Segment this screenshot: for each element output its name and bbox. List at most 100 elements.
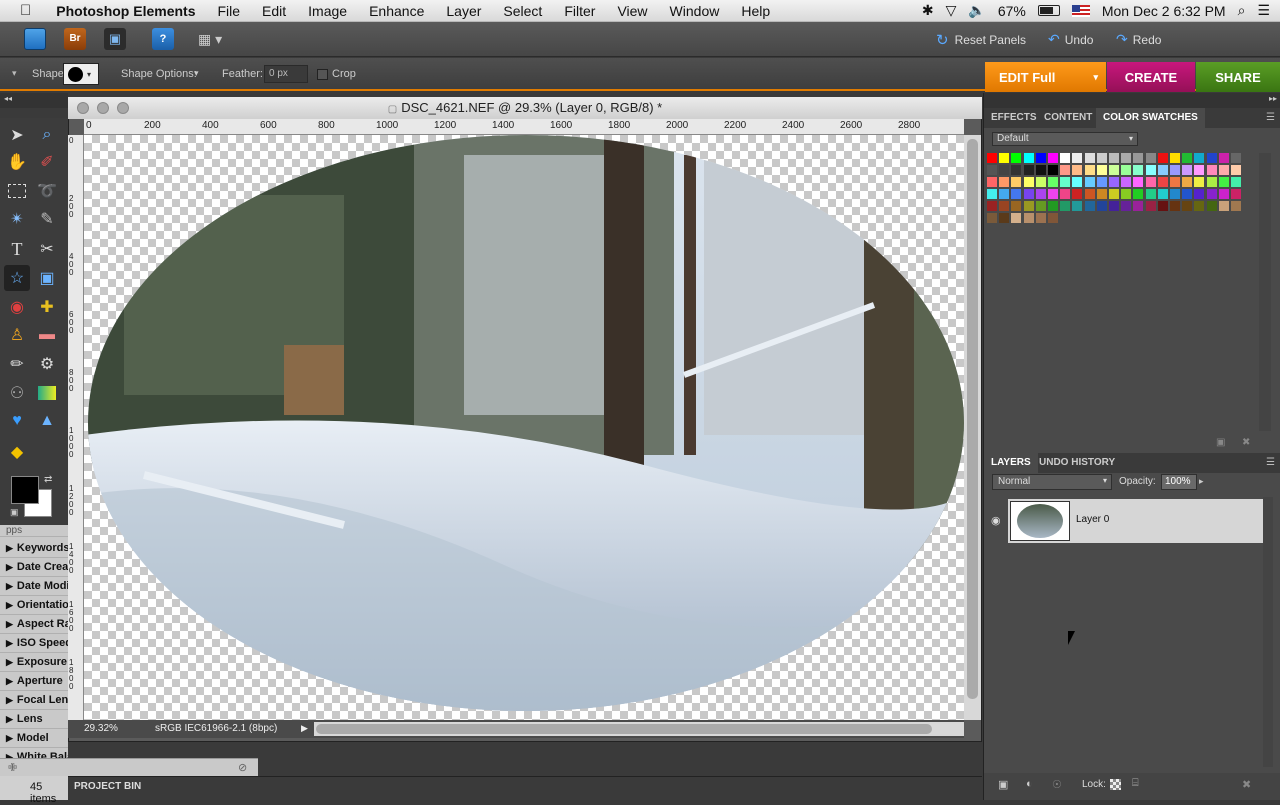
magic-wand-tool-icon[interactable]: ✴ bbox=[4, 206, 30, 232]
color-swatch[interactable] bbox=[1072, 153, 1083, 163]
marquee-tool-icon[interactable] bbox=[4, 178, 30, 204]
color-swatch[interactable] bbox=[987, 165, 997, 175]
swatch-scrollbar[interactable] bbox=[1259, 153, 1271, 431]
color-swatch[interactable] bbox=[1231, 201, 1241, 211]
app-menu[interactable]: Photoshop Elements bbox=[45, 3, 206, 19]
color-swatch[interactable] bbox=[1023, 165, 1034, 175]
color-swatch[interactable] bbox=[1109, 189, 1119, 199]
layers-scrollbar[interactable] bbox=[1263, 497, 1273, 767]
list-item[interactable]: ▶ Keywords bbox=[0, 539, 68, 558]
color-swatch[interactable] bbox=[1023, 189, 1034, 199]
color-swatch[interactable] bbox=[1084, 177, 1095, 187]
battery-icon[interactable] bbox=[1037, 5, 1060, 16]
color-swatch[interactable] bbox=[1133, 153, 1144, 163]
list-item[interactable]: ▶Focal Length bbox=[0, 691, 68, 710]
panel-menu-icon[interactable]: ☰ bbox=[1266, 457, 1275, 468]
document-title-bar[interactable]: ▢ DSC_4621.NEF @ 29.3% (Layer 0, RGB/8) * bbox=[68, 97, 982, 119]
list-item[interactable]: ▶ Model bbox=[0, 729, 68, 748]
feather-input[interactable]: 0 px bbox=[264, 65, 308, 83]
help-icon[interactable]: ? bbox=[152, 28, 174, 50]
color-swatch[interactable] bbox=[1206, 153, 1217, 163]
swap-colors-icon[interactable]: ⇄ bbox=[44, 474, 52, 485]
color-swatch[interactable] bbox=[1121, 177, 1132, 187]
color-swatch[interactable] bbox=[1072, 189, 1083, 199]
clock[interactable]: Mon Dec 2 6:32 PM bbox=[1102, 3, 1226, 19]
tab-undo-history[interactable]: UNDO HISTORY bbox=[1032, 453, 1122, 473]
panel-menu-icon[interactable]: ☰ bbox=[1266, 112, 1275, 123]
color-swatch[interactable] bbox=[1011, 177, 1022, 187]
color-swatch[interactable] bbox=[1133, 189, 1144, 199]
color-swatch[interactable] bbox=[1048, 177, 1058, 187]
color-swatch[interactable] bbox=[1109, 153, 1119, 163]
color-swatch[interactable] bbox=[1218, 189, 1229, 199]
color-swatch[interactable] bbox=[1145, 189, 1156, 199]
color-swatch[interactable] bbox=[1035, 189, 1046, 199]
move-tool-icon[interactable]: ➤ bbox=[4, 122, 30, 148]
color-swatch[interactable] bbox=[1023, 177, 1034, 187]
color-swatch[interactable] bbox=[999, 213, 1010, 223]
color-swatch[interactable] bbox=[1109, 177, 1119, 187]
reset-panels-button[interactable]: ↻ Reset Panels bbox=[936, 31, 1026, 49]
edit-full-button[interactable]: EDIT Full ▾ bbox=[985, 62, 1106, 92]
color-swatch[interactable] bbox=[1072, 177, 1083, 187]
color-swatch[interactable] bbox=[1060, 165, 1071, 175]
clone-stamp-tool-icon[interactable]: ♙ bbox=[4, 322, 30, 348]
notification-center-icon[interactable]: ☰ bbox=[1257, 2, 1270, 19]
healing-brush-tool-icon[interactable]: ✚ bbox=[34, 294, 60, 320]
color-swatch[interactable] bbox=[1084, 201, 1095, 211]
menu-help[interactable]: Help bbox=[730, 3, 781, 19]
layer-name[interactable]: Layer 0 bbox=[1076, 514, 1109, 525]
color-swatch[interactable] bbox=[1084, 189, 1095, 199]
swatch-set-select[interactable]: Default ▾ bbox=[992, 132, 1138, 146]
layer-row[interactable]: Layer 0 bbox=[1008, 499, 1263, 543]
scroll-thumb[interactable] bbox=[967, 139, 978, 699]
recompose-tool-icon[interactable]: ▣ bbox=[34, 265, 60, 291]
color-swatch[interactable] bbox=[1035, 213, 1046, 223]
color-swatch[interactable] bbox=[1218, 177, 1229, 187]
color-swatch[interactable] bbox=[1084, 153, 1095, 163]
color-swatch[interactable] bbox=[1218, 201, 1229, 211]
hand-tool-icon[interactable]: ✋ bbox=[4, 149, 30, 175]
color-swatch[interactable] bbox=[987, 177, 997, 187]
color-swatch[interactable] bbox=[987, 189, 997, 199]
battery-percent[interactable]: 67% bbox=[998, 3, 1026, 19]
color-swatch[interactable] bbox=[1231, 165, 1241, 175]
crop-checkbox[interactable] bbox=[317, 69, 328, 80]
color-swatch[interactable] bbox=[1182, 153, 1193, 163]
color-swatch[interactable] bbox=[1072, 201, 1083, 211]
tab-content[interactable]: CONTENT bbox=[1037, 108, 1099, 128]
paint-bucket-tool-icon[interactable]: ⚇ bbox=[4, 380, 30, 406]
bridge-icon[interactable]: Br bbox=[64, 28, 86, 50]
color-swatch[interactable] bbox=[1096, 201, 1107, 211]
color-swatch[interactable] bbox=[1182, 201, 1193, 211]
eye-icon[interactable]: ◉ bbox=[991, 514, 1001, 527]
tab-layers[interactable]: LAYERS bbox=[984, 453, 1038, 473]
close-window-icon[interactable] bbox=[77, 102, 89, 114]
color-swatch[interactable] bbox=[1048, 189, 1058, 199]
status-menu-arrow-icon[interactable]: ▶ bbox=[301, 723, 308, 734]
color-swatch[interactable] bbox=[1231, 153, 1241, 163]
color-swatch[interactable] bbox=[1182, 189, 1193, 199]
color-swatch[interactable] bbox=[1011, 189, 1022, 199]
color-swatch[interactable] bbox=[999, 201, 1010, 211]
color-swatch[interactable] bbox=[999, 165, 1010, 175]
color-swatch[interactable] bbox=[1182, 177, 1193, 187]
foreground-color-swatch[interactable] bbox=[11, 476, 39, 504]
list-item[interactable]: ▶ Aperture bbox=[0, 672, 68, 691]
blur-tool-icon[interactable]: ▲ bbox=[34, 408, 60, 434]
opacity-input[interactable]: 100% bbox=[1161, 474, 1197, 490]
color-swatch[interactable] bbox=[1109, 165, 1119, 175]
color-swatch[interactable] bbox=[1218, 153, 1229, 163]
color-swatch[interactable] bbox=[1035, 165, 1046, 175]
color-swatch[interactable] bbox=[1133, 201, 1144, 211]
custom-shape-tool-icon[interactable]: ☆ bbox=[4, 265, 30, 291]
color-swatch[interactable] bbox=[1133, 177, 1144, 187]
type-tool-icon[interactable]: T bbox=[4, 236, 30, 262]
menu-edit[interactable]: Edit bbox=[251, 3, 297, 19]
heart-shape-tool-icon[interactable]: ♥ bbox=[4, 408, 30, 434]
list-item[interactable]: ▶Aspect Ratio bbox=[0, 615, 68, 634]
zoom-window-icon[interactable] bbox=[117, 102, 129, 114]
color-swatch[interactable] bbox=[1048, 201, 1058, 211]
color-swatch[interactable] bbox=[1157, 177, 1168, 187]
volume-icon[interactable]: 🔈 bbox=[968, 2, 985, 19]
